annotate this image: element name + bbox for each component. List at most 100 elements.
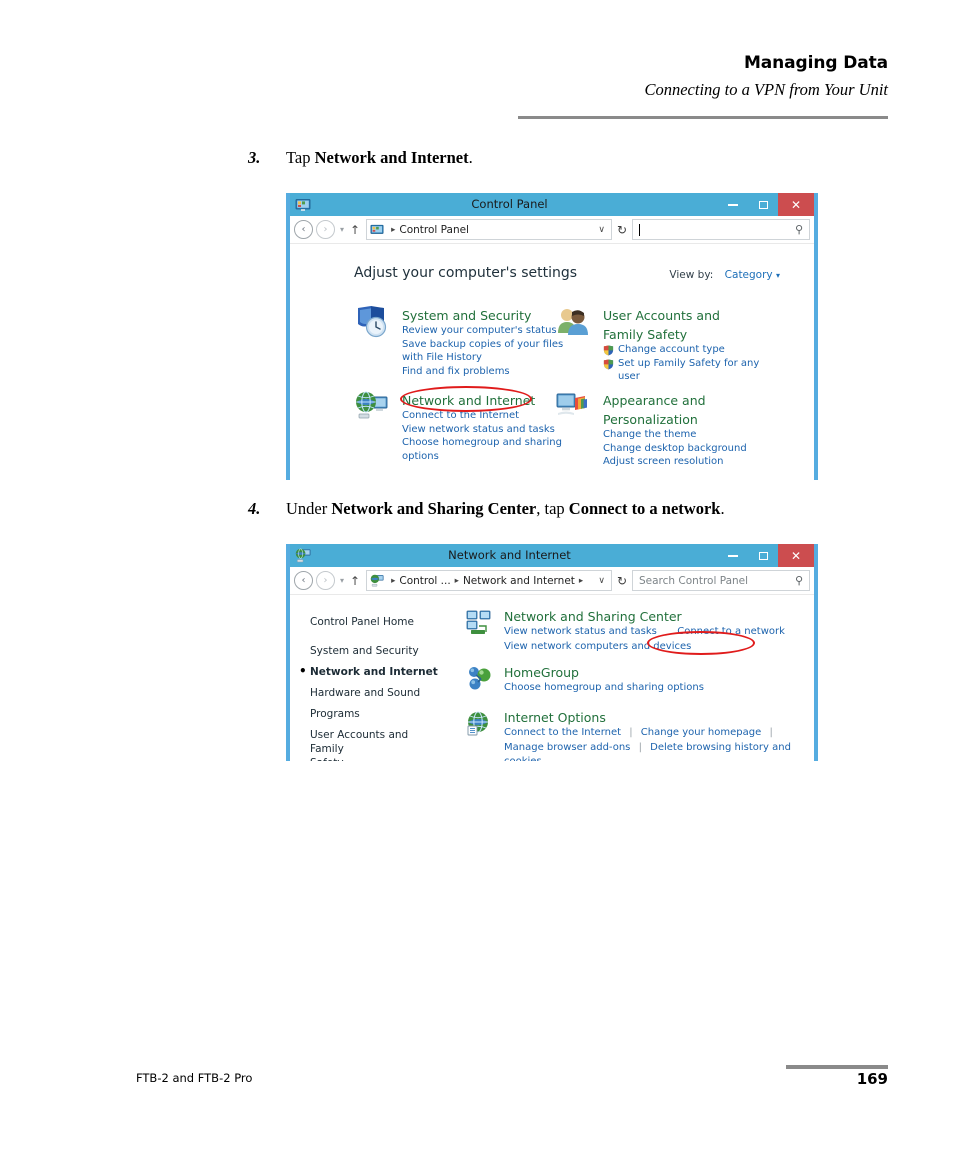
breadcrumb-item-control-panel[interactable]: Control ...: [399, 575, 450, 587]
history-dropdown-icon[interactable]: ▾: [340, 576, 344, 585]
sidebar-item-user-accounts-line2[interactable]: Safety: [310, 756, 440, 762]
category-link[interactable]: Adjust screen resolution: [603, 455, 765, 469]
category-link[interactable]: Find and fix problems: [402, 365, 564, 379]
refresh-icon[interactable]: ↻: [617, 574, 627, 588]
step-3-prefix: Tap: [286, 148, 315, 167]
chevron-down-icon[interactable]: ∨: [598, 576, 605, 586]
view-by-control[interactable]: View by: Category ▾: [669, 269, 780, 281]
category-body: Hardware and Sound: [402, 476, 564, 480]
link-separator: |: [629, 727, 633, 738]
category-link[interactable]: with File History: [402, 351, 564, 365]
sidebar-item-control-panel-home[interactable]: Control Panel Home: [310, 611, 440, 632]
category-link[interactable]: Change desktop background: [603, 442, 765, 456]
shield-icon: [603, 359, 614, 370]
category-link[interactable]: Change account type: [603, 343, 765, 357]
step-3: 3. Tap Network and Internet.: [248, 148, 473, 168]
category-title-line2[interactable]: Family Safety: [603, 327, 687, 343]
refresh-icon[interactable]: ↻: [617, 223, 627, 237]
breadcrumb-item-network-and-internet[interactable]: Network and Internet: [463, 575, 575, 587]
category-link[interactable]: Connect to the Internet: [402, 409, 564, 423]
step-3-text: Tap Network and Internet.: [286, 148, 473, 168]
category-link[interactable]: Choose homegroup and sharing: [402, 436, 564, 450]
breadcrumb-trailing-icon[interactable]: ▸: [579, 576, 583, 586]
link-change-your-homepage[interactable]: Change your homepage: [641, 727, 761, 738]
chevron-down-icon[interactable]: ▾: [776, 271, 780, 280]
category-title[interactable]: Network and Internet: [402, 393, 535, 409]
shield-clock-icon: [354, 305, 390, 339]
control-panel-icon: [370, 223, 384, 237]
search-input[interactable]: Search Control Panel: [633, 575, 795, 587]
history-dropdown-icon[interactable]: ▾: [340, 225, 344, 234]
hardware-sound-icon: [336, 478, 354, 480]
link-manage-browser-add-ons[interactable]: Manage browser add-ons: [504, 742, 630, 753]
category-link-continued[interactable]: user: [603, 370, 765, 384]
minimize-button[interactable]: [718, 193, 748, 216]
maximize-button[interactable]: [748, 193, 778, 216]
group-homegroup[interactable]: HomeGroup Choose homegroup and sharing o…: [466, 665, 796, 699]
category-link[interactable]: View network status and tasks: [402, 423, 564, 437]
category-network-and-internet[interactable]: Network and Internet Connect to the Inte…: [354, 390, 564, 463]
category-title[interactable]: Hardware and Sound: [402, 479, 533, 480]
category-link[interactable]: Save backup copies of your files: [402, 338, 564, 352]
sidebar-item-network-and-internet[interactable]: Network and Internet: [299, 661, 440, 682]
group-title[interactable]: Internet Options: [504, 710, 796, 726]
chevron-down-icon[interactable]: ∨: [598, 225, 605, 235]
internet-options-icon: [466, 711, 494, 737]
group-title[interactable]: Network and Sharing Center: [504, 609, 796, 625]
breadcrumb-item-control-panel[interactable]: Control Panel: [399, 224, 469, 236]
link-view-network-status-and-tasks[interactable]: View network status and tasks: [504, 626, 657, 637]
search-input[interactable]: [639, 223, 795, 236]
maximize-button[interactable]: [748, 544, 778, 567]
user-accounts-icon: [555, 305, 591, 339]
step-4-text: Under Network and Sharing Center, tap Co…: [286, 499, 725, 519]
category-title[interactable]: User Accounts and: [603, 308, 720, 324]
link-view-network-computers-and-devices[interactable]: View network computers and devices: [504, 641, 691, 652]
category-title-line2[interactable]: Personalization: [603, 412, 698, 428]
category-body: User Accounts and Family Safety Change a…: [603, 305, 765, 384]
category-link[interactable]: Set up Family Safety for any: [603, 357, 765, 371]
titlebar: Control Panel ✕: [290, 193, 814, 216]
footer-page-number: 169: [856, 1070, 888, 1088]
sidebar-item-programs[interactable]: Programs: [310, 703, 440, 724]
link-connect-to-a-network[interactable]: Connect to a network: [677, 626, 785, 637]
category-link[interactable]: options: [402, 450, 564, 464]
sidebar-item-system-and-security[interactable]: System and Security: [310, 640, 440, 661]
sidebar-item-user-accounts-and-family[interactable]: User Accounts and Family: [310, 724, 440, 756]
group-network-and-sharing-center[interactable]: Network and Sharing Center View network …: [466, 609, 796, 654]
appearance-icon: [555, 390, 591, 424]
forward-button[interactable]: ›: [316, 571, 335, 590]
up-button[interactable]: ↑: [350, 574, 360, 588]
view-by-value[interactable]: Category: [725, 269, 773, 281]
breadcrumb-bar[interactable]: ▸ Control Panel ∨: [366, 219, 612, 240]
group-title[interactable]: HomeGroup: [504, 665, 796, 681]
category-system-and-security[interactable]: System and Security Review your computer…: [354, 305, 564, 378]
link-connect-to-the-internet[interactable]: Connect to the Internet: [504, 727, 621, 738]
category-title[interactable]: Appearance and: [603, 393, 706, 409]
homegroup-icon: [466, 666, 494, 692]
forward-button[interactable]: ›: [316, 220, 335, 239]
link-choose-homegroup-and-sharing-options[interactable]: Choose homegroup and sharing options: [504, 682, 704, 693]
category-link[interactable]: Change the theme: [603, 428, 765, 442]
breadcrumb-bar[interactable]: ▸ Control ... ▸ Network and Internet ▸ ∨: [366, 570, 612, 591]
step-3-number: 3.: [248, 148, 261, 167]
back-button[interactable]: ‹: [294, 571, 313, 590]
close-button[interactable]: ✕: [778, 544, 814, 567]
category-appearance-and-personalization[interactable]: Appearance and Personalization Change th…: [555, 390, 765, 469]
category-body: Appearance and Personalization Change th…: [603, 390, 765, 469]
category-user-accounts-and-family-safety[interactable]: User Accounts and Family Safety Change a…: [555, 305, 765, 384]
category-hardware-and-sound[interactable]: Hardware and Sound: [354, 476, 564, 480]
group-internet-options[interactable]: Internet Options Connect to the Internet…: [466, 710, 796, 761]
minimize-button[interactable]: [718, 544, 748, 567]
search-box[interactable]: ⚲: [632, 219, 810, 240]
category-link[interactable]: Review your computer's status: [402, 324, 564, 338]
up-button[interactable]: ↑: [350, 223, 360, 237]
search-box[interactable]: Search Control Panel ⚲: [632, 570, 810, 591]
sidebar-item-hardware-and-sound[interactable]: Hardware and Sound: [310, 682, 440, 703]
step-4-bold-2: Connect to a network: [568, 499, 721, 518]
page-header: Managing Data Connecting to a VPN from Y…: [518, 52, 888, 102]
category-title[interactable]: System and Security: [402, 308, 531, 324]
close-button[interactable]: ✕: [778, 193, 814, 216]
search-icon: ⚲: [794, 574, 803, 587]
back-button[interactable]: ‹: [294, 220, 313, 239]
